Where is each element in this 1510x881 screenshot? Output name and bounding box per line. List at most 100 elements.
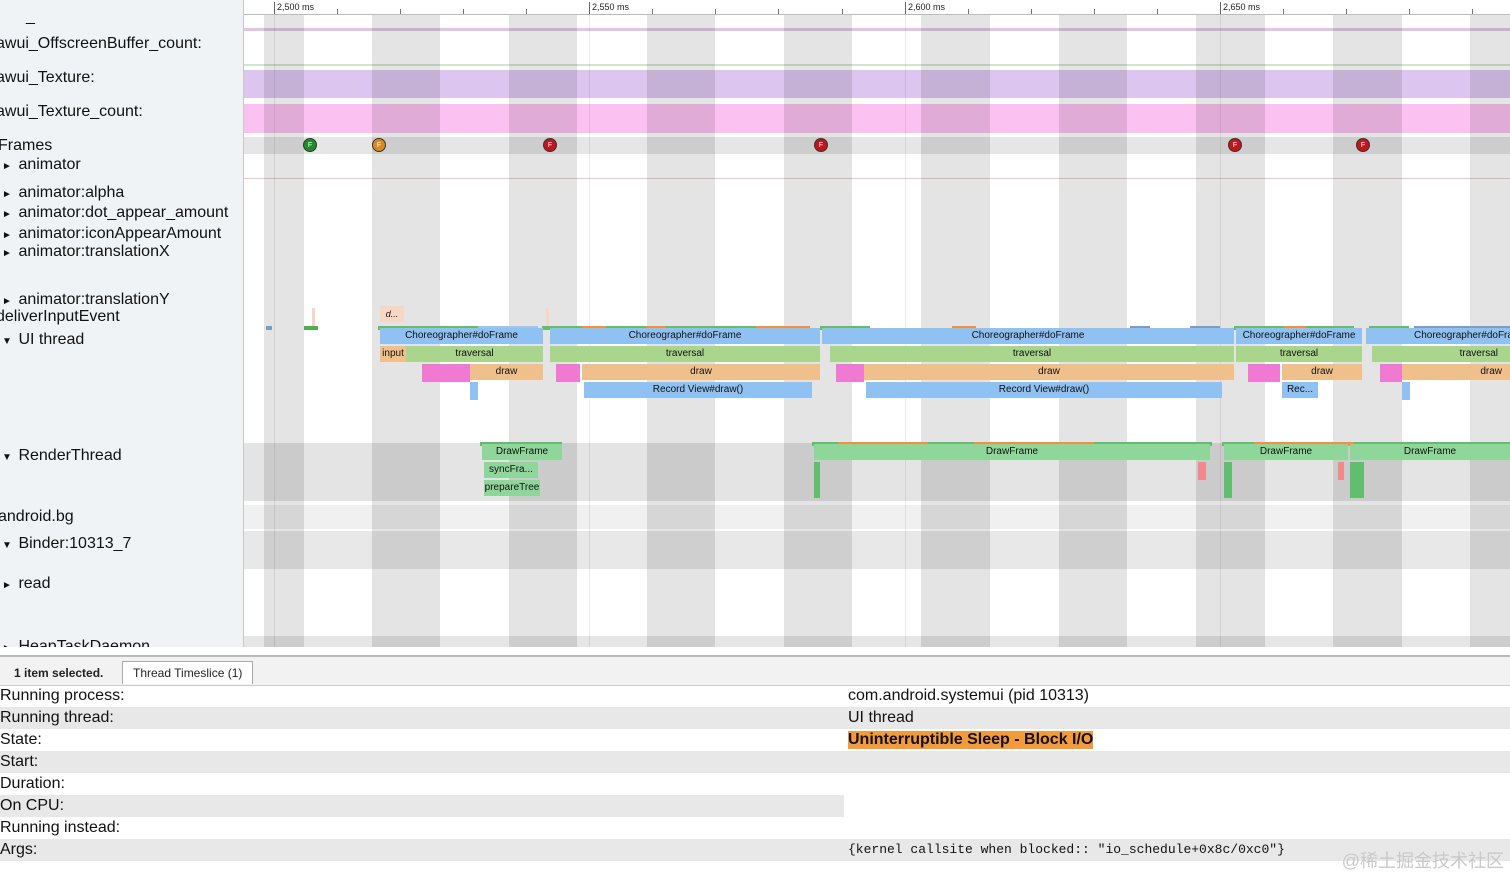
ruler-minor-tick	[1157, 9, 1158, 14]
traversal-slice[interactable]: traversal	[550, 346, 820, 362]
detail-row-thread: Running thread: UI thread	[0, 707, 1510, 729]
expand-arrow-icon[interactable]: ►	[0, 186, 14, 204]
drawframe-slice[interactable]: DrawFrame	[1224, 444, 1348, 460]
traversal-slice[interactable]: traversal	[830, 346, 1234, 362]
traversal-slice[interactable]: traversal	[406, 346, 543, 362]
track-label-offscreen-buffer[interactable]: awui_OffscreenBuffer_count:	[0, 35, 202, 53]
expand-arrow-icon[interactable]: ►	[0, 206, 14, 224]
choreographer-slice[interactable]: Choreographer#doFrame	[1236, 328, 1362, 344]
traversal-slice[interactable]: traversal	[1372, 346, 1510, 362]
drawframe-slice[interactable]: DrawFrame	[814, 444, 1210, 460]
detail-key: Running instead:	[0, 819, 121, 836]
track-label-binder[interactable]: ▼ Binder:10313_7	[0, 535, 131, 555]
thread-state-strip[interactable]	[304, 326, 318, 330]
input-slice[interactable]: input	[380, 346, 406, 362]
state-badge: Uninterruptible Sleep - Block I/O	[848, 731, 1094, 749]
ruler-tick-label: 2,600 ms	[905, 2, 945, 14]
ruler-minor-tick	[842, 9, 843, 14]
draw-slice[interactable]: draw	[470, 364, 543, 380]
track-label-animator-icon[interactable]: ► animator:iconAppearAmount	[0, 225, 221, 245]
detail-row-process: Running process: com.android.systemui (p…	[0, 685, 1510, 707]
collapse-arrow-icon[interactable]: ▼	[0, 537, 14, 555]
track-label-heaptaskdaemon[interactable]: ► HeapTaskDaemon	[0, 638, 150, 647]
measure-layout-slice[interactable]	[1248, 364, 1280, 382]
expand-arrow-icon[interactable]: ►	[0, 577, 14, 595]
record-draw-slice[interactable]	[470, 382, 478, 400]
track-label-animator-alpha[interactable]: ► animator:alpha	[0, 184, 124, 204]
track-sidebar: _ awui_OffscreenBuffer_count: awui_Textu…	[0, 0, 244, 647]
detail-key: Running process:	[0, 687, 125, 704]
draw-slice[interactable]: draw	[864, 364, 1234, 380]
detail-row-running-instead: Running instead:	[0, 817, 1510, 839]
track-label-android-bg[interactable]: android.bg	[0, 508, 74, 526]
render-subslice[interactable]	[1198, 462, 1206, 480]
collapse-arrow-icon[interactable]: ▼	[0, 333, 14, 351]
frame-marker[interactable]: F	[1356, 138, 1370, 152]
expand-arrow-icon[interactable]: ►	[0, 640, 14, 647]
measure-layout-slice[interactable]	[1380, 364, 1402, 382]
track-label-animator[interactable]: ► animator	[0, 156, 81, 176]
ruler-minor-tick	[526, 9, 527, 14]
track-label-ui-thread[interactable]: ▼ UI thread	[0, 331, 84, 351]
detail-value[interactable]: UI thread	[848, 707, 914, 729]
ruler-minor-tick	[1283, 9, 1284, 14]
deliver-input-slice[interactable]	[546, 308, 549, 326]
track-label-render-thread[interactable]: ▼ RenderThread	[0, 447, 122, 467]
detail-key: On CPU:	[0, 797, 65, 814]
record-draw-slice[interactable]: Record View#draw()	[584, 382, 812, 398]
track-label-animator-dot[interactable]: ► animator:dot_appear_amount	[0, 204, 228, 224]
detail-row-state: State: Uninterruptible Sleep - Block I/O	[0, 729, 1510, 751]
deliver-input-slice[interactable]: d...	[380, 306, 404, 322]
measure-layout-slice[interactable]	[556, 364, 580, 382]
frame-marker[interactable]: F	[372, 138, 386, 152]
ruler-minor-tick	[1346, 9, 1347, 14]
track-label-texture[interactable]: awui_Texture:	[0, 69, 95, 87]
render-subslice[interactable]	[1224, 462, 1232, 498]
syncframe-slice[interactable]: syncFra...	[484, 462, 538, 478]
record-draw-slice[interactable]	[1402, 382, 1410, 400]
frame-marker[interactable]: F	[543, 138, 557, 152]
draw-slice[interactable]: draw	[582, 364, 820, 380]
track-label-texture-count[interactable]: awui_Texture_count:	[0, 103, 143, 121]
preparetree-slice[interactable]: prepareTree	[484, 480, 540, 496]
choreographer-slice[interactable]: Choreographer#doFra	[1366, 328, 1510, 344]
drawframe-slice[interactable]: DrawFrame	[482, 444, 562, 460]
record-draw-slice[interactable]: Rec...	[1282, 382, 1318, 398]
traversal-slice[interactable]: traversal	[1236, 346, 1362, 362]
time-ruler[interactable]: 2,500 ms 2,550 ms 2,600 ms 2,650 ms	[244, 0, 1510, 15]
drawframe-slice[interactable]: DrawFrame	[1350, 444, 1510, 460]
track-label-read[interactable]: ► read	[0, 575, 50, 595]
choreographer-slice[interactable]: Choreographer#doFrame	[550, 328, 820, 344]
track-label-deliver-input[interactable]: deliverInputEvent	[0, 308, 120, 326]
expand-arrow-icon[interactable]: ►	[0, 158, 14, 176]
draw-slice[interactable]: draw	[1282, 364, 1362, 380]
collapse-arrow-icon[interactable]: ▼	[0, 449, 14, 467]
detail-key: Running thread:	[0, 709, 114, 726]
expand-arrow-icon[interactable]: ►	[0, 245, 14, 263]
draw-slice[interactable]: draw	[1402, 364, 1510, 380]
detail-value: {kernel callsite when blocked:: "io_sche…	[848, 842, 1285, 857]
render-subslice[interactable]	[814, 462, 820, 498]
frame-marker[interactable]: F	[303, 138, 317, 152]
thread-state-strip[interactable]	[266, 326, 272, 330]
ruler-minor-tick	[778, 9, 779, 14]
detail-row-start: Start:	[0, 751, 1510, 773]
frame-marker[interactable]: F	[814, 138, 828, 152]
detail-key: State:	[0, 731, 42, 748]
record-draw-slice[interactable]: Record View#draw()	[866, 382, 1222, 398]
track-label-frames[interactable]: Frames	[0, 137, 52, 155]
details-panel: 1 item selected. Thread Timeslice (1) Ru…	[0, 655, 1510, 881]
tab-thread-timeslice[interactable]: Thread Timeslice (1)	[122, 661, 254, 684]
detail-value[interactable]: com.android.systemui (pid 10313)	[848, 685, 1089, 707]
track-label-animator-translationx[interactable]: ► animator:translationX	[0, 243, 170, 263]
deliver-input-slice[interactable]	[312, 308, 315, 326]
render-subslice[interactable]	[1350, 462, 1364, 498]
track-label[interactable]: _	[26, 8, 35, 26]
frame-marker[interactable]: F	[1228, 138, 1242, 152]
measure-layout-slice[interactable]	[836, 364, 864, 382]
timeline-panel[interactable]: 2,500 ms 2,550 ms 2,600 ms 2,650 ms F F …	[244, 0, 1510, 647]
choreographer-slice[interactable]: Choreographer#doFrame	[380, 328, 543, 344]
measure-layout-slice[interactable]	[422, 364, 470, 382]
choreographer-slice[interactable]: Choreographer#doFrame	[822, 328, 1234, 344]
render-subslice[interactable]	[1338, 462, 1344, 480]
